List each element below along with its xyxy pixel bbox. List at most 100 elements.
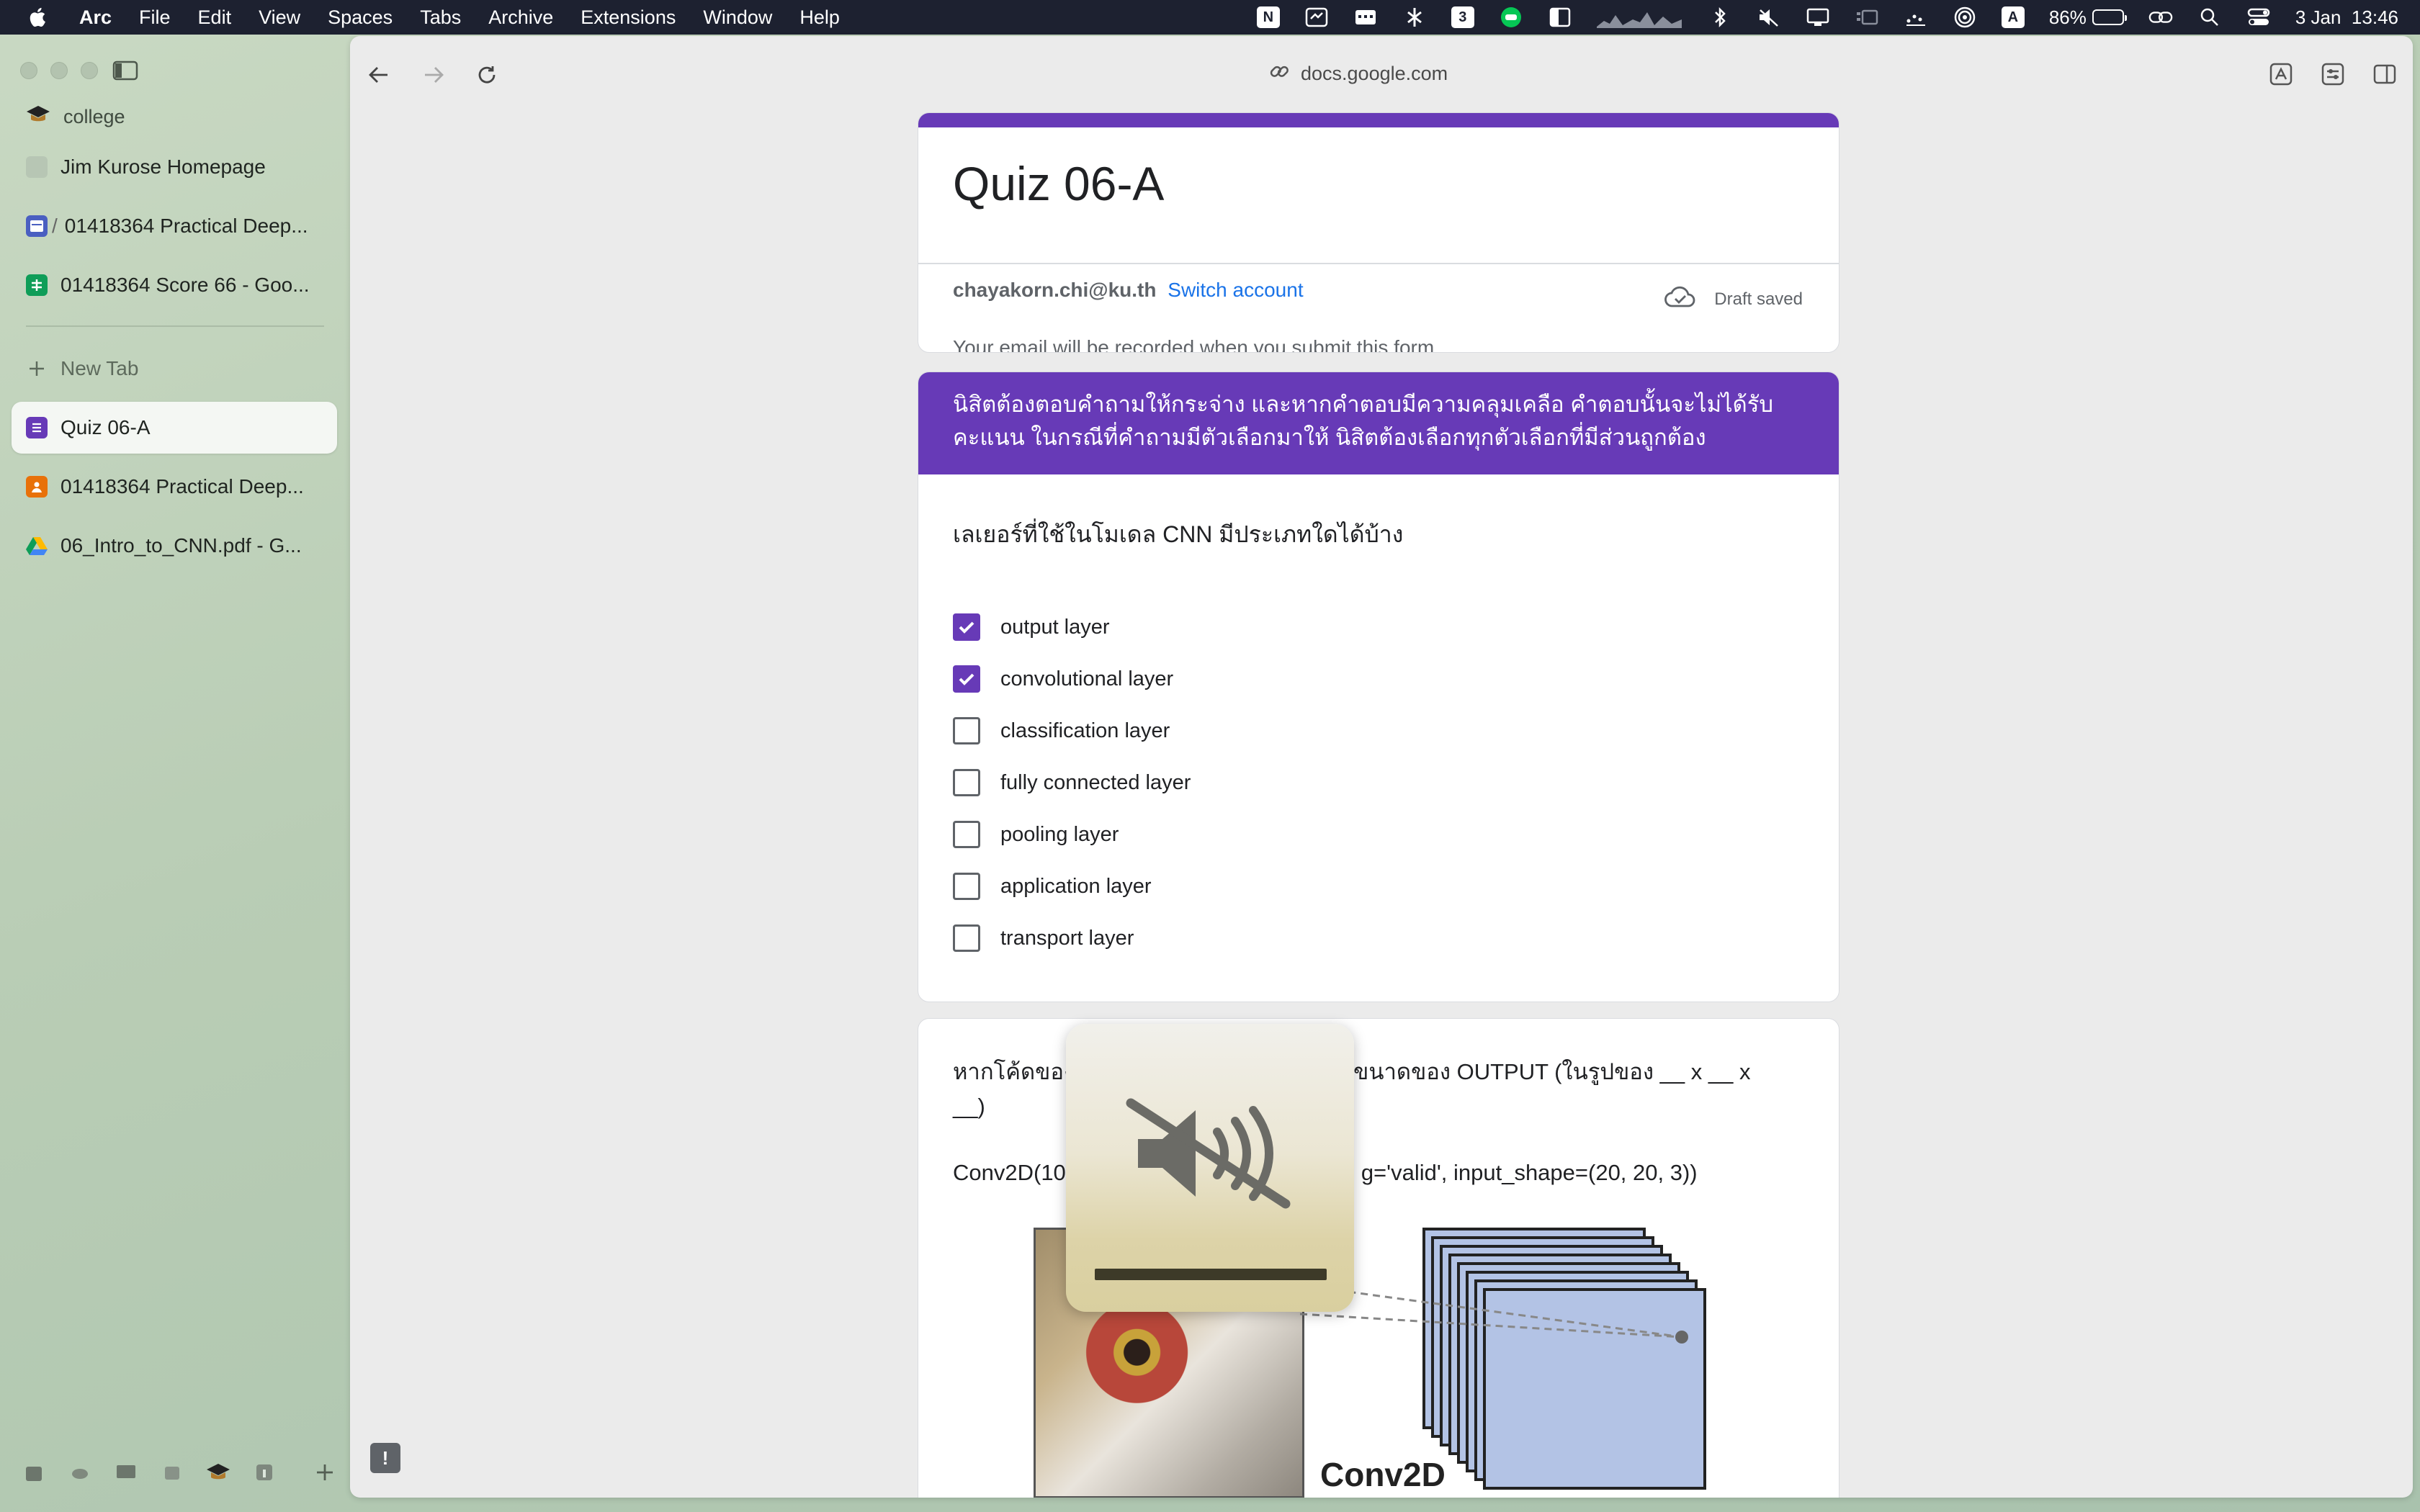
dots-status-icon[interactable] [1904,6,1928,28]
question-1-options: output layer convolutional layer classific… [953,601,1191,964]
translate-icon[interactable] [2269,62,2293,86]
tab-label: 06_Intro_to_CNN.pdf - G... [60,534,302,557]
battery-status[interactable]: 86% [2049,6,2127,29]
forms-icon [26,417,48,438]
checkbox-option[interactable]: pooling layer [953,809,1191,860]
checkbox-option[interactable]: application layer [953,860,1191,912]
checkbox-option[interactable]: classification layer [953,705,1191,757]
browser-toolbar: docs.google.com [350,36,2413,111]
menu-edit[interactable]: Edit [198,6,232,29]
checkbox-checked-icon[interactable] [953,665,980,693]
checkbox-checked-icon[interactable] [953,613,980,641]
link-status-icon[interactable] [2148,6,2173,28]
forward-arrow-icon[interactable] [419,60,448,89]
url-text: docs.google.com [1301,62,1448,84]
airdrop-icon[interactable] [1953,6,1977,28]
spotlight-search-icon[interactable] [2197,6,2222,28]
sheets-icon [26,274,48,296]
instructions-line-2: คะแนน ในกรณีที่คำถามมีตัวเลือกมาให้ นิสิ… [953,425,1706,450]
sidebar-divider [26,325,324,327]
back-arrow-icon[interactable] [364,60,393,89]
checkbox-option[interactable]: output layer [953,601,1191,653]
question-2-card: หากโค้ดของ บอกขนาดของ OUTPUT (ในรูปของ __… [918,1018,1839,1498]
menu-help[interactable]: Help [799,6,840,29]
close-window-button[interactable] [20,62,37,79]
switch-account-link[interactable]: Switch account [1168,279,1303,301]
space-college-icon[interactable] [206,1460,230,1485]
screenshot-tool-icon[interactable] [1304,6,1329,28]
question-2-text-end: บอกขนาดของ OUTPUT (ในรูปของ __ x __ x [1312,1059,1751,1084]
tab-label: Quiz 06-A [60,416,151,438]
volume-muted-icon[interactable] [1757,6,1781,28]
menu-app-name[interactable]: Arc [79,6,112,29]
apple-logo-icon[interactable] [26,5,50,30]
menu-window[interactable]: Window [703,6,772,29]
checkbox-option[interactable]: fully connected layer [953,757,1191,809]
url-bar[interactable]: docs.google.com [1269,58,1448,89]
reload-icon[interactable] [472,60,501,89]
form-title: Quiz 06-A [953,157,1165,210]
menu-view[interactable]: View [259,6,300,29]
code-start: Conv2D(10 [953,1160,1066,1185]
add-space-plus-icon[interactable] [313,1460,337,1485]
tab-prefix: / [52,215,58,237]
input-source-icon[interactable]: A [2001,6,2025,28]
bluetooth-icon[interactable] [1708,6,1732,28]
display-icon[interactable] [1806,6,1830,28]
zoom-window-button[interactable] [81,62,98,79]
pinned-tab-practical-deep-1[interactable]: / 01418364 Practical Deep... [12,200,337,252]
draft-status: Draft saved [1664,284,1803,314]
report-problem-button[interactable]: ! [370,1443,400,1473]
checkbox-unchecked-icon[interactable] [953,769,980,796]
checkbox-unchecked-icon[interactable] [953,717,980,744]
draft-status-text: Draft saved [1714,289,1803,309]
tab-label: Jim Kurose Homepage [60,156,266,178]
extensions-icon[interactable] [2321,62,2345,86]
checkbox-unchecked-icon[interactable] [953,873,980,900]
header-divider [918,263,1839,264]
minimize-window-button[interactable] [50,62,68,79]
checkbox-option[interactable]: convolutional layer [953,653,1191,705]
sidebar-toggle-icon[interactable] [112,60,138,81]
tab-intro-to-cnn-pdf[interactable]: 06_Intro_to_CNN.pdf - G... [12,520,337,572]
space-header[interactable]: college [26,104,125,130]
notion-status-icon[interactable]: N [1256,6,1280,28]
cloud-check-icon [1664,284,1697,314]
battery-icon [2092,9,2127,25]
gray-square-icon [26,156,48,178]
split-view-icon[interactable] [2372,62,2397,86]
pinned-tab-jim-kurose[interactable]: Jim Kurose Homepage [12,141,337,193]
counter-status-icon[interactable]: 3 [1451,6,1474,28]
control-center-icon[interactable] [2246,6,2271,28]
stage-manager-icon[interactable] [1855,6,1879,28]
clock-datetime[interactable]: 3 Jan 13:46 [2295,6,2398,29]
tab-practical-deep-2[interactable]: 01418364 Practical Deep... [12,461,337,513]
calendar-status-icon[interactable] [1353,6,1378,28]
classroom-icon [26,476,48,498]
split-view-status-icon[interactable] [1548,6,1572,28]
archive-icon[interactable] [22,1460,46,1485]
checkbox-unchecked-icon[interactable] [953,924,980,952]
speaker-muted-icon [1126,1098,1291,1209]
option-label: classification layer [1000,719,1170,742]
drive-icon [26,535,48,557]
pinned-tab-score-66[interactable]: 01418364 Score 66 - Goo... [12,259,337,311]
space-info-icon[interactable] [252,1460,277,1485]
checkbox-option[interactable]: transport layer [953,912,1191,964]
question-1-card: นิสิตต้องตอบคำถามให้กระจ่าง และหากคำตอบม… [918,372,1839,1002]
space-monitor-icon[interactable] [114,1460,138,1485]
menu-extensions[interactable]: Extensions [581,6,676,29]
menu-archive[interactable]: Archive [488,6,553,29]
pinwheel-status-icon[interactable] [1402,6,1427,28]
space-stack-icon[interactable] [160,1460,184,1485]
menu-file[interactable]: File [139,6,171,29]
tab-quiz-06-a[interactable]: Quiz 06-A [12,402,337,454]
new-tab-button[interactable]: New Tab [12,343,337,395]
tab-label: 01418364 Practical Deep... [60,475,304,498]
menu-spaces[interactable]: Spaces [328,6,393,29]
menu-tabs[interactable]: Tabs [420,6,461,29]
checkbox-unchecked-icon[interactable] [953,821,980,848]
tab-label: 01418364 Score 66 - Goo... [60,274,310,296]
line-app-icon[interactable] [1499,6,1523,28]
space-turtle-icon[interactable] [68,1460,92,1485]
